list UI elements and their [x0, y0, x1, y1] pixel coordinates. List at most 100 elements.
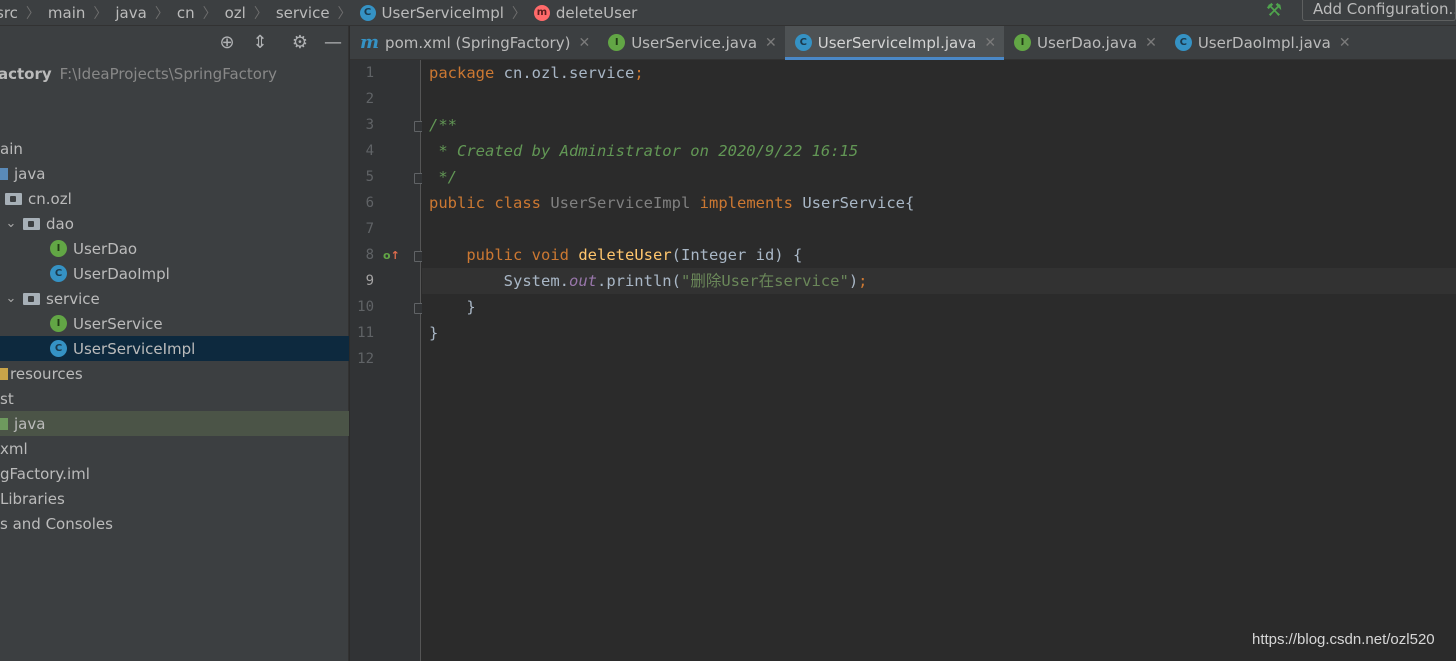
tree-item-iml[interactable]: gFactory.iml	[0, 461, 349, 486]
tab-label: UserServiceImpl.java	[817, 33, 977, 52]
semicolon: ;	[634, 64, 644, 82]
code-line-11: }	[422, 320, 1456, 346]
locate-crosshair-icon[interactable]: ⊕	[217, 33, 237, 53]
close-paren: )	[848, 272, 859, 290]
line-number: 2	[365, 91, 374, 107]
tab-userserviceimpl[interactable]: C UserServiceImpl.java ✕	[784, 26, 1005, 60]
method-call: .println(	[596, 272, 681, 290]
method-icon: m	[533, 4, 550, 21]
code-line-9: System.out.println("删除User在service");	[422, 268, 1456, 294]
chevron-down-icon[interactable]: ⌄	[3, 291, 19, 306]
doc-comment: * Created by Administrator on 2020/9/22 …	[429, 142, 859, 160]
line-number: 4	[365, 143, 374, 159]
class-name: UserServiceImpl	[550, 194, 691, 212]
chevron-right-icon: 〉	[93, 5, 108, 22]
tab-userdao[interactable]: I UserDao.java ✕	[1004, 26, 1165, 59]
chevron-right-icon: 〉	[202, 5, 217, 22]
line-number: 6	[365, 195, 374, 211]
breadcrumb-main[interactable]: main	[48, 4, 85, 22]
code-line-8: public void deleteUser(Integer id) {	[422, 242, 1456, 268]
tree-item-main[interactable]: ain	[0, 136, 349, 161]
class-icon: C	[50, 265, 67, 282]
tree-label: dao	[46, 214, 74, 233]
breadcrumb-service[interactable]: service	[276, 4, 330, 22]
tree-item-userserviceimpl[interactable]: C UserServiceImpl	[0, 336, 349, 361]
build-hammer-icon[interactable]: ⚒	[1266, 0, 1288, 22]
interface-icon: I	[1014, 34, 1032, 51]
tree-label: UserDaoImpl	[73, 264, 170, 283]
breadcrumb-java[interactable]: java	[115, 4, 146, 22]
project-toolbar: ⊕ ⇕ ⚙ —	[0, 26, 348, 60]
close-icon[interactable]: ✕	[984, 35, 996, 51]
maven-icon: m	[360, 32, 380, 53]
line-number: 1	[365, 65, 374, 81]
source-folder-icon	[0, 167, 8, 180]
line-number: 11	[357, 325, 374, 341]
tree-item-userservice[interactable]: I UserService	[0, 311, 349, 336]
tree-item-scratches[interactable]: s and Consoles	[0, 511, 349, 536]
close-icon[interactable]: ✕	[1339, 35, 1351, 51]
package-folder-icon	[23, 292, 40, 305]
code-line-4: * Created by Administrator on 2020/9/22 …	[422, 138, 1456, 164]
gear-icon[interactable]: ⚙	[290, 33, 310, 53]
line-number: 8	[365, 247, 374, 263]
tree-label: java	[14, 414, 46, 433]
tree-item-resources[interactable]: resources	[0, 361, 349, 386]
breadcrumb-class[interactable]: UserServiceImpl	[382, 4, 504, 22]
doc-comment: /**	[429, 116, 457, 134]
keyword: public void	[466, 246, 569, 264]
tree-item-userdaoimpl[interactable]: C UserDaoImpl	[0, 261, 349, 286]
tree-item-pom-xml[interactable]: xml	[0, 436, 349, 461]
chevron-down-icon[interactable]: ⌄	[3, 216, 19, 231]
interface-icon: I	[50, 240, 67, 257]
interface-icon: I	[50, 315, 67, 332]
tree-label: gFactory.iml	[0, 464, 90, 483]
close-icon[interactable]: ✕	[1145, 35, 1157, 51]
package-name: cn.ozl.service	[494, 64, 635, 82]
string-literal: "删除User在service"	[680, 272, 849, 290]
tree-item-external-libraries[interactable]: Libraries	[0, 486, 349, 511]
tree-item-dao[interactable]: ⌄ dao	[0, 211, 349, 236]
project-panel: ⊕ ⇕ ⚙ — actory F:\IdeaProjects\SpringFac…	[0, 26, 349, 661]
tree-item-userdao[interactable]: I UserDao	[0, 236, 349, 261]
minimize-icon[interactable]: —	[323, 33, 343, 53]
tree-item-service[interactable]: ⌄ service	[0, 286, 349, 311]
editor-tabs: m pom.xml (SpringFactory) ✕ I UserServic…	[350, 26, 1456, 60]
tree-label: service	[46, 289, 100, 308]
code-editor[interactable]: package cn.ozl.service; /** * Created by…	[422, 60, 1456, 661]
add-configuration-button[interactable]: Add Configuration...	[1302, 0, 1456, 21]
semicolon: ;	[858, 272, 868, 290]
tree-label: UserDao	[73, 239, 138, 258]
chevron-right-icon: 〉	[253, 5, 268, 22]
tree-label: xml	[0, 439, 28, 458]
package-folder-icon	[23, 217, 40, 230]
tree-label: ain	[0, 139, 23, 158]
tree-item-test[interactable]: st	[0, 386, 349, 411]
implements-method-icon[interactable]: o↑	[383, 249, 400, 263]
root-label: actory	[0, 64, 52, 83]
class-icon: C	[794, 34, 812, 51]
tab-label: UserDao.java	[1037, 33, 1138, 52]
close-icon[interactable]: ✕	[578, 35, 590, 51]
tab-userdaoimpl[interactable]: C UserDaoImpl.java ✕	[1165, 26, 1359, 59]
breadcrumb-cn[interactable]: cn	[177, 4, 195, 22]
collapse-all-icon[interactable]: ⇕	[250, 33, 270, 53]
line-number-current: 9	[365, 273, 374, 289]
class-icon: C	[1174, 34, 1192, 51]
tree-item-java[interactable]: java	[0, 161, 349, 186]
tree-item-cn-ozl[interactable]: cn.ozl	[0, 186, 349, 211]
breadcrumb-ozl[interactable]: ozl	[225, 4, 246, 22]
tree-root[interactable]: actory F:\IdeaProjects\SpringFactory	[0, 61, 349, 86]
tab-label: UserService.java	[631, 33, 758, 52]
resources-folder-icon	[0, 367, 8, 380]
code-line-5: */	[422, 164, 1456, 190]
root-path: F:\IdeaProjects\SpringFactory	[59, 64, 277, 83]
close-icon[interactable]: ✕	[765, 35, 777, 51]
tab-userservice[interactable]: I UserService.java ✕	[598, 26, 785, 59]
breadcrumb-src[interactable]: src	[0, 4, 18, 22]
line-number: 10	[357, 299, 374, 315]
tree-item-test-java[interactable]: java	[0, 411, 349, 436]
closing-brace: }	[466, 298, 476, 316]
tab-pom-xml[interactable]: m pom.xml (SpringFactory) ✕	[350, 26, 598, 59]
breadcrumb-method[interactable]: deleteUser	[556, 4, 637, 22]
